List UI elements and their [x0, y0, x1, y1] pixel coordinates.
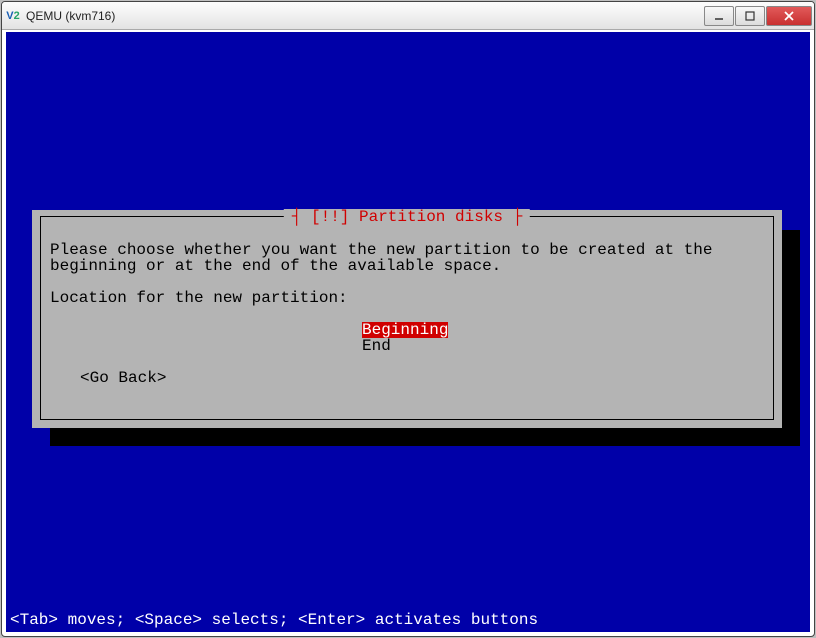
dialog-title-text: [!!] Partition disks	[311, 208, 503, 226]
dialog-question: Location for the new partition:	[50, 290, 764, 306]
option-beginning[interactable]: Beginning	[362, 322, 448, 338]
partition-dialog: ┤ [!!] Partition disks ├ Please choose w…	[32, 210, 782, 428]
close-button[interactable]	[766, 6, 812, 26]
window-title: QEMU (kvm716)	[26, 9, 704, 23]
terminal-screen: ┤ [!!] Partition disks ├ Please choose w…	[6, 32, 810, 632]
dialog-title: ┤ [!!] Partition disks ├	[284, 209, 530, 225]
option-list: Beginning End	[362, 322, 764, 354]
app-window: V2 QEMU (kvm716) ┤ [!!] Partition disks …	[1, 1, 815, 637]
dialog-prompt: Please choose whether you want the new p…	[50, 242, 764, 274]
titlebar[interactable]: V2 QEMU (kvm716)	[2, 2, 814, 30]
minimize-button[interactable]	[704, 6, 734, 26]
dialog-body: Please choose whether you want the new p…	[50, 242, 764, 386]
maximize-button[interactable]	[735, 6, 765, 26]
option-end[interactable]: End	[362, 338, 391, 354]
footer-hints: <Tab> moves; <Space> selects; <Enter> ac…	[10, 612, 538, 628]
window-controls	[704, 6, 812, 26]
vnc-icon: V2	[4, 7, 22, 25]
go-back-button[interactable]: <Go Back>	[80, 370, 764, 386]
